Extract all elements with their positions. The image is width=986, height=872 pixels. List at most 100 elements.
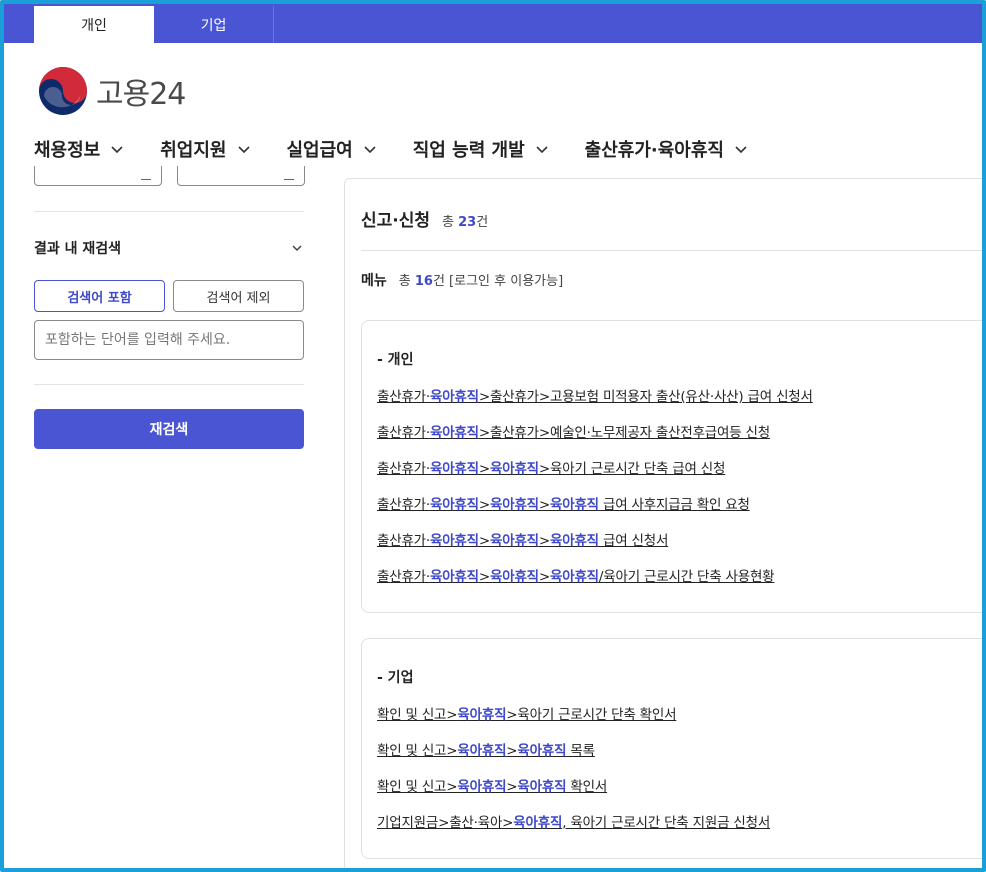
include-keyword-button[interactable]: 검색어 포함 bbox=[34, 280, 165, 312]
link-text: 급여 신청서 bbox=[598, 533, 669, 549]
link-text: >육아기 근로시간 단축 확인서 bbox=[506, 707, 677, 723]
link-text: 확인 및 신고> bbox=[377, 743, 458, 759]
link-text: 목록 bbox=[566, 743, 595, 759]
highlighted-keyword: 육아휴직 bbox=[517, 779, 567, 795]
filter-toggle[interactable]: 결과 내 재검색 bbox=[34, 238, 304, 258]
highlighted-keyword: 육아휴직 bbox=[457, 779, 507, 795]
link-text: >출산휴가>고용보험 미적용자 출산(유산·사산) 급여 신청서 bbox=[478, 389, 813, 405]
highlighted-keyword: 육아휴직 bbox=[457, 707, 507, 723]
menu-total: 총 16건 [로그인 후 이용가능] bbox=[399, 270, 563, 289]
logo-text: 고용24 bbox=[96, 77, 186, 112]
date-select-start[interactable] bbox=[34, 166, 162, 186]
highlighted-keyword: 육아휴직 bbox=[490, 533, 539, 549]
highlighted-keyword: 육아휴직 bbox=[429, 497, 479, 513]
section-title: 신고·신청 bbox=[361, 211, 431, 231]
highlighted-keyword: 육아휴직 bbox=[550, 497, 599, 513]
total-prefix: 총 bbox=[442, 215, 454, 230]
filter-title: 결과 내 재검색 bbox=[34, 241, 122, 257]
nav-item-jobs[interactable]: 채용정보 bbox=[34, 136, 124, 162]
tab-individual[interactable]: 개인 bbox=[34, 6, 154, 43]
link-text: > bbox=[478, 497, 490, 513]
global-nav: 채용정보 취업지원 실업급여 직업 능력 개발 출산휴가·육아휴직 bbox=[34, 136, 784, 162]
divider bbox=[34, 211, 304, 212]
chevron-down-icon bbox=[237, 146, 250, 154]
link-text: 기업지원금>출산·육아> bbox=[377, 815, 514, 831]
link-text: 출산휴가· bbox=[377, 425, 430, 441]
result-link[interactable]: 확인 및 신고>육아휴직>육아휴직 목록 bbox=[377, 739, 595, 759]
taegeuk-logo-icon bbox=[39, 67, 87, 115]
menu-header: 메뉴 총 16건 [로그인 후 이용가능] bbox=[361, 270, 563, 290]
total-prefix: 총 bbox=[398, 274, 411, 289]
divider bbox=[361, 250, 986, 251]
link-text: 급여 사후지급금 확인 요청 bbox=[598, 497, 750, 513]
nav-item-maternity-parental-leave[interactable]: 출산휴가·육아휴직 bbox=[585, 136, 748, 162]
research-input[interactable] bbox=[34, 320, 304, 360]
nav-item-employment-support[interactable]: 취업지원 bbox=[160, 136, 250, 162]
link-text: > bbox=[478, 461, 490, 477]
research-submit-button[interactable]: 재검색 bbox=[34, 409, 304, 449]
results-header: 신고·신청 총 23건 bbox=[361, 206, 488, 231]
total-suffix: 건 bbox=[476, 215, 489, 230]
link-text: >출산휴가>예술인·노무제공자 출산전후급여등 신청 bbox=[478, 425, 770, 441]
link-text: 확인 및 신고> bbox=[377, 707, 458, 723]
group-title: - 개인 bbox=[377, 352, 414, 368]
nav-label: 실업급여 bbox=[286, 140, 353, 161]
highlighted-keyword: 육아휴직 bbox=[429, 389, 479, 405]
link-text: > bbox=[538, 533, 551, 549]
link-text: > bbox=[538, 497, 551, 513]
exclude-keyword-button[interactable]: 검색어 제외 bbox=[173, 280, 304, 312]
top-tab-bar: 개인 기업 bbox=[4, 4, 982, 43]
link-text: > bbox=[506, 779, 518, 795]
link-text: 출산휴가· bbox=[377, 461, 430, 477]
result-link[interactable]: 출산휴가·육아휴직>출산휴가>예술인·노무제공자 출산전후급여등 신청 bbox=[377, 421, 770, 441]
nav-label: 출산휴가·육아휴직 bbox=[584, 140, 724, 161]
menu-title: 메뉴 bbox=[361, 273, 387, 289]
highlighted-keyword: 육아휴직 bbox=[490, 497, 539, 513]
result-link[interactable]: 출산휴가·육아휴직>육아휴직>육아휴직 급여 사후지급금 확인 요청 bbox=[377, 493, 750, 513]
chevron-down-icon bbox=[292, 245, 302, 252]
link-text: 확인서 bbox=[566, 779, 608, 795]
result-link[interactable]: 확인 및 신고>육아휴직>육아기 근로시간 단축 확인서 bbox=[377, 703, 677, 723]
tab-company[interactable]: 기업 bbox=[154, 6, 274, 43]
link-text: 출산휴가· bbox=[377, 389, 430, 405]
chevron-down-icon bbox=[735, 146, 747, 154]
highlighted-keyword: 육아휴직 bbox=[429, 533, 479, 549]
site-logo[interactable]: 고용24 bbox=[38, 66, 186, 116]
result-link[interactable]: 출산휴가·육아휴직>출산휴가>고용보험 미적용자 출산(유산·사산) 급여 신청… bbox=[377, 385, 813, 405]
highlighted-keyword: 육아휴직 bbox=[457, 743, 507, 759]
result-link[interactable]: 확인 및 신고>육아휴직>육아휴직 확인서 bbox=[377, 775, 607, 795]
group-title: - 기업 bbox=[377, 670, 414, 686]
total-count: 23 bbox=[458, 215, 477, 230]
divider bbox=[34, 384, 304, 385]
link-text: > bbox=[506, 743, 518, 759]
highlighted-keyword: 육아휴직 bbox=[490, 569, 539, 585]
menu-total-count: 16 bbox=[414, 274, 433, 289]
highlighted-keyword: 육아휴직 bbox=[550, 569, 599, 585]
link-text: , 육아기 근로시간 단축 지원금 신청서 bbox=[562, 815, 771, 831]
link-text: 출산휴가· bbox=[377, 533, 430, 549]
link-text: > bbox=[538, 569, 551, 585]
chevron-down-icon bbox=[111, 146, 123, 154]
link-text: 확인 및 신고> bbox=[377, 779, 458, 795]
highlighted-keyword: 육아휴직 bbox=[550, 533, 599, 549]
nav-label: 직업 능력 개발 bbox=[412, 140, 525, 161]
highlighted-keyword: 육아휴직 bbox=[517, 743, 567, 759]
nav-item-vocational-training[interactable]: 직업 능력 개발 bbox=[413, 136, 549, 162]
link-text: /육아기 근로시간 단축 사용현황 bbox=[598, 569, 775, 585]
highlighted-keyword: 육아휴직 bbox=[513, 815, 563, 831]
result-link[interactable]: 기업지원금>출산·육아>육아휴직, 육아기 근로시간 단축 지원금 신청서 bbox=[377, 811, 770, 831]
result-link[interactable]: 출산휴가·육아휴직>육아휴직>육아기 근로시간 단축 급여 신청 bbox=[377, 457, 725, 477]
link-text: > bbox=[478, 533, 490, 549]
link-text: >육아기 근로시간 단축 급여 신청 bbox=[538, 461, 726, 477]
link-text: 출산휴가· bbox=[377, 497, 430, 513]
nav-item-unemployment-benefit[interactable]: 실업급여 bbox=[287, 136, 377, 162]
total-suffix: 건 [로그인 후 이용가능] bbox=[432, 274, 564, 289]
highlighted-keyword: 육아휴직 bbox=[429, 425, 479, 441]
date-select-end[interactable] bbox=[177, 166, 305, 186]
chevron-down-icon bbox=[364, 146, 376, 154]
result-link[interactable]: 출산휴가·육아휴직>육아휴직>육아휴직 급여 신청서 bbox=[377, 529, 668, 549]
result-link[interactable]: 출산휴가·육아휴직>육아휴직>육아휴직/육아기 근로시간 단축 사용현황 bbox=[377, 565, 775, 585]
link-text: 출산휴가· bbox=[377, 569, 430, 585]
link-text: > bbox=[478, 569, 490, 585]
chevron-down-icon bbox=[536, 146, 548, 154]
